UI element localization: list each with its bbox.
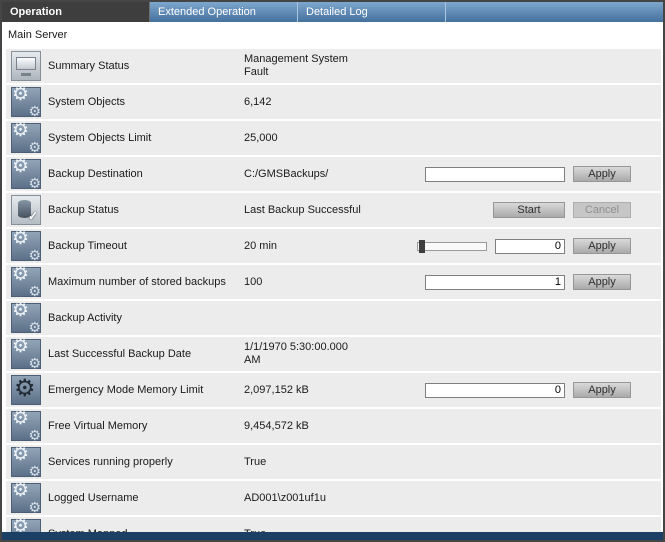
bottom-status-bar <box>2 532 663 540</box>
property-list: Summary Status Management System Fault ⚙… <box>2 47 663 542</box>
icon-cell: ⚙ <box>6 375 48 405</box>
main-window: Operation Extended Operation Detailed Lo… <box>0 0 665 542</box>
row-value: 9,454,572 kB <box>244 420 409 433</box>
apply-button[interactable]: Apply <box>573 382 631 398</box>
row-value: AD001\z001uf1u <box>244 492 409 505</box>
icon-cell: ⚙⚙ <box>6 339 48 369</box>
backup-destination-input[interactable] <box>425 167 565 182</box>
row-label: Backup Timeout <box>48 240 244 253</box>
row-label: System Objects <box>48 96 244 109</box>
row-system-objects: ⚙⚙ System Objects 6,142 <box>6 85 661 119</box>
row-backup-status: ✓ Backup Status Last Backup Successful S… <box>6 193 661 227</box>
icon-cell: ⚙⚙ <box>6 303 48 333</box>
gears-icon: ⚙⚙ <box>11 303 41 333</box>
row-system-objects-limit: ⚙⚙ System Objects Limit 25,000 <box>6 121 661 155</box>
gears-icon: ⚙⚙ <box>11 267 41 297</box>
row-controls: Apply <box>409 166 661 182</box>
row-value: 25,000 <box>244 132 409 145</box>
cancel-button[interactable]: Cancel <box>573 202 631 218</box>
row-label: Maximum number of stored backups <box>48 276 244 289</box>
row-label: Free Virtual Memory <box>48 420 244 433</box>
row-value: 2,097,152 kB <box>244 384 409 397</box>
row-value: 1/1/1970 5:30:00.000 AM <box>244 341 409 367</box>
tab-bar: Operation Extended Operation Detailed Lo… <box>2 2 663 22</box>
tab-operation[interactable]: Operation <box>2 2 150 22</box>
row-value: Management System Fault <box>244 53 409 79</box>
row-value: C:/GMSBackups/ <box>244 168 409 181</box>
row-value: Last Backup Successful <box>244 204 409 217</box>
row-value: 20 min <box>244 240 409 253</box>
gears-icon: ⚙⚙ <box>11 411 41 441</box>
row-last-successful-backup-date: ⚙⚙ Last Successful Backup Date 1/1/1970 … <box>6 337 661 371</box>
row-services-running-properly: ⚙⚙ Services running properly True <box>6 445 661 479</box>
row-label: System Objects Limit <box>48 132 244 145</box>
row-value: 6,142 <box>244 96 409 109</box>
database-check-icon: ✓ <box>11 195 41 225</box>
row-label: Backup Destination <box>48 168 244 181</box>
row-logged-username: ⚙⚙ Logged Username AD001\z001uf1u <box>6 481 661 515</box>
emergency-memory-limit-input[interactable] <box>425 383 565 398</box>
row-backup-destination: ⚙⚙ Backup Destination C:/GMSBackups/ App… <box>6 157 661 191</box>
icon-cell <box>6 51 48 81</box>
icon-cell: ⚙⚙ <box>6 159 48 189</box>
row-label: Backup Activity <box>48 312 244 325</box>
row-value: True <box>244 456 409 469</box>
icon-cell: ⚙⚙ <box>6 267 48 297</box>
tab-detailed-log[interactable]: Detailed Log <box>298 2 446 22</box>
max-stored-backups-input[interactable] <box>425 275 565 290</box>
row-label: Backup Status <box>48 204 244 217</box>
gears-icon: ⚙⚙ <box>11 231 41 261</box>
row-label: Services running properly <box>48 456 244 469</box>
icon-cell: ⚙⚙ <box>6 123 48 153</box>
start-button[interactable]: Start <box>493 202 565 218</box>
gears-icon: ⚙⚙ <box>11 447 41 477</box>
row-controls: Apply <box>409 274 661 290</box>
apply-button[interactable]: Apply <box>573 274 631 290</box>
row-controls: Apply <box>409 238 661 254</box>
row-label: Last Successful Backup Date <box>48 348 244 361</box>
gears-icon: ⚙⚙ <box>11 339 41 369</box>
row-label: Summary Status <box>48 60 244 73</box>
icon-cell: ✓ <box>6 195 48 225</box>
row-backup-timeout: ⚙⚙ Backup Timeout 20 min Apply <box>6 229 661 263</box>
row-controls: Start Cancel <box>409 202 661 218</box>
row-emergency-mode-memory-limit: ⚙ Emergency Mode Memory Limit 2,097,152 … <box>6 373 661 407</box>
icon-cell: ⚙⚙ <box>6 87 48 117</box>
apply-button[interactable]: Apply <box>573 238 631 254</box>
backup-timeout-input[interactable] <box>495 239 565 254</box>
icon-cell: ⚙⚙ <box>6 447 48 477</box>
monitor-icon <box>11 51 41 81</box>
row-label: Emergency Mode Memory Limit <box>48 384 244 397</box>
row-backup-activity: ⚙⚙ Backup Activity <box>6 301 661 335</box>
icon-cell: ⚙⚙ <box>6 483 48 513</box>
row-summary-status: Summary Status Management System Fault <box>6 49 661 83</box>
row-max-stored-backups: ⚙⚙ Maximum number of stored backups 100 … <box>6 265 661 299</box>
slider-thumb[interactable] <box>419 240 425 253</box>
icon-cell: ⚙⚙ <box>6 231 48 261</box>
row-controls: Apply <box>409 382 661 398</box>
backup-timeout-slider[interactable] <box>417 242 487 251</box>
apply-button[interactable]: Apply <box>573 166 631 182</box>
row-free-virtual-memory: ⚙⚙ Free Virtual Memory 9,454,572 kB <box>6 409 661 443</box>
icon-cell: ⚙⚙ <box>6 411 48 441</box>
header-bar: Main Server <box>2 22 663 47</box>
gears-icon: ⚙⚙ <box>11 483 41 513</box>
server-name-label: Main Server <box>8 29 67 41</box>
row-label: Logged Username <box>48 492 244 505</box>
row-value: 100 <box>244 276 409 289</box>
dark-gear-icon: ⚙ <box>11 375 41 405</box>
gears-icon: ⚙⚙ <box>11 159 41 189</box>
tab-bar-spacer <box>446 2 663 22</box>
tab-extended-operation[interactable]: Extended Operation <box>150 2 298 22</box>
gears-icon: ⚙⚙ <box>11 87 41 117</box>
gears-icon: ⚙⚙ <box>11 123 41 153</box>
